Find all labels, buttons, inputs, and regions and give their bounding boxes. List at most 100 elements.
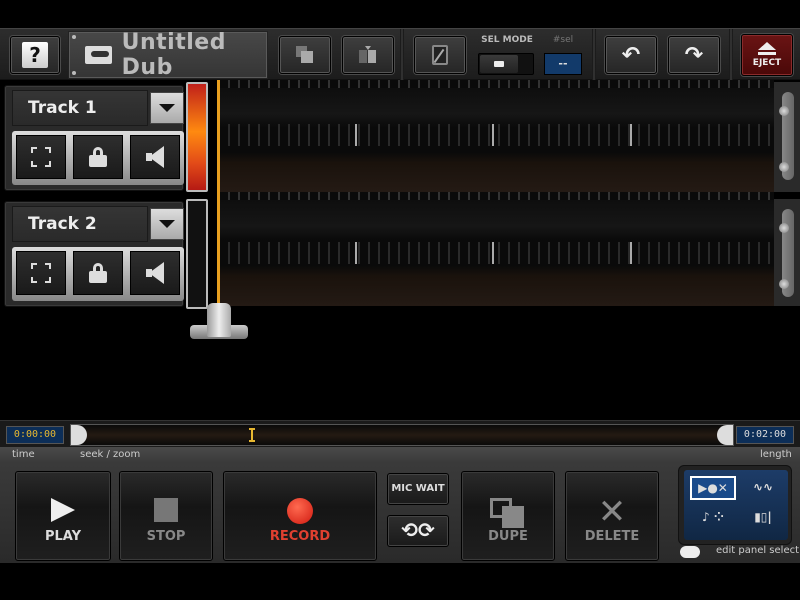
help-button[interactable]: ? xyxy=(10,36,60,74)
playhead[interactable] xyxy=(217,80,220,306)
stop-icon xyxy=(154,498,178,522)
screw-icon xyxy=(779,279,789,289)
screw-icon xyxy=(779,106,789,116)
track-header: Track 1 xyxy=(4,85,184,191)
time-label: time xyxy=(12,449,35,460)
redo-button[interactable]: ↷ xyxy=(668,36,720,74)
current-time-display: 0:00:00 xyxy=(6,426,64,444)
edit-panel-selector: ▶●✕ ∿∿ ♪ ⁘ ▮▯| xyxy=(678,465,792,545)
record-icon xyxy=(287,498,313,524)
track-level-meter xyxy=(186,82,208,192)
edit-panel-toggle[interactable] xyxy=(680,546,700,558)
edit-panel-screen: ▶●✕ ∿∿ ♪ ⁘ ▮▯| xyxy=(684,470,788,540)
project-title-plate[interactable]: Untitled Dub xyxy=(68,30,268,80)
cassette-icon xyxy=(85,46,112,64)
transport-panel: PLAY STOP RECORD MIC WAIT ⟲⟳ DUPE ✕ DELE… xyxy=(0,463,800,563)
seek-zoom-label: seek / zoom xyxy=(80,449,141,460)
paste-button[interactable] xyxy=(342,36,394,74)
top-toolbar: ? Untitled Dub SEL MODE #sel -- ↶ ↷ EJEC… xyxy=(0,28,800,81)
dupe-button[interactable]: DUPE xyxy=(461,471,555,561)
seek-zoom-slider[interactable] xyxy=(70,424,734,446)
eject-icon xyxy=(758,42,776,50)
chevron-down-icon xyxy=(159,220,175,228)
seek-right-handle[interactable] xyxy=(717,425,733,445)
num-sel-display: -- xyxy=(544,53,582,75)
length-display[interactable]: 0:02:00 xyxy=(736,426,794,444)
record-button[interactable]: RECORD xyxy=(223,471,377,561)
mixer-panel-option[interactable]: ▮▯| xyxy=(744,506,782,528)
playhead-handle[interactable] xyxy=(190,303,248,343)
delete-icon: ✕ xyxy=(597,492,627,532)
seek-labels: time seek / zoom length xyxy=(0,447,800,463)
metronome-panel-option[interactable]: ♪ ⁘ xyxy=(690,506,736,528)
fit-button[interactable] xyxy=(16,135,66,179)
redo-icon: ↷ xyxy=(684,42,704,68)
paste-icon xyxy=(359,46,377,64)
track-name[interactable]: Track 2 xyxy=(12,206,148,242)
delete-button[interactable]: ✕ DELETE xyxy=(565,471,659,561)
seek-position-marker[interactable] xyxy=(249,428,255,442)
lock-button[interactable] xyxy=(73,251,123,295)
track-menu-button[interactable] xyxy=(150,92,184,124)
split-icon xyxy=(432,45,448,65)
screw-icon xyxy=(72,35,76,39)
undo-button[interactable]: ↶ xyxy=(605,36,657,74)
eject-label: EJECT xyxy=(752,58,782,68)
duplicate-icon xyxy=(490,498,526,528)
lock-button[interactable] xyxy=(73,135,123,179)
track-button-group xyxy=(12,247,184,301)
lock-icon xyxy=(89,263,107,283)
lane-resize-handle[interactable] xyxy=(774,199,800,306)
copy-button[interactable] xyxy=(279,36,331,74)
lock-icon xyxy=(89,147,107,167)
sel-mode-toggle[interactable] xyxy=(478,53,534,75)
stop-label: STOP xyxy=(146,529,186,544)
timeline-ruler xyxy=(220,80,774,88)
copy-icon xyxy=(296,46,314,64)
track-lane[interactable] xyxy=(220,200,774,306)
lane-resize-handle[interactable] xyxy=(774,82,800,192)
speaker-icon xyxy=(146,262,164,284)
screw-icon xyxy=(72,71,76,75)
mic-wait-button[interactable]: MIC WAIT xyxy=(387,473,449,505)
play-button[interactable]: PLAY xyxy=(15,471,111,561)
speaker-icon xyxy=(146,146,164,168)
sel-mode-label: SEL MODE xyxy=(481,35,533,45)
track-lane[interactable] xyxy=(220,88,774,192)
fit-button[interactable] xyxy=(16,251,66,295)
mute-button[interactable] xyxy=(130,135,180,179)
mute-button[interactable] xyxy=(130,251,180,295)
seek-left-handle[interactable] xyxy=(71,425,87,445)
play-label: PLAY xyxy=(44,529,82,544)
track-level-meter xyxy=(186,199,208,309)
timeline-ruler xyxy=(220,192,774,200)
fit-icon xyxy=(31,263,51,283)
divider xyxy=(729,29,733,81)
waveform-panel-option[interactable]: ∿∿ xyxy=(744,476,782,500)
project-title: Untitled Dub xyxy=(121,30,226,80)
track-menu-button[interactable] xyxy=(150,208,184,240)
track-header: Track 2 xyxy=(4,201,184,307)
track-button-group xyxy=(12,131,184,185)
screw-icon xyxy=(779,223,789,233)
loop-icon: ⟲⟳ xyxy=(401,518,435,542)
track-name[interactable]: Track 1 xyxy=(12,90,148,126)
delete-label: DELETE xyxy=(584,529,640,544)
dupe-label: DUPE xyxy=(488,529,528,544)
split-button[interactable] xyxy=(414,36,466,74)
fit-icon xyxy=(31,147,51,167)
toggle-knob xyxy=(480,55,518,73)
stop-button[interactable]: STOP xyxy=(119,471,213,561)
microphone-icon xyxy=(207,303,231,337)
edit-panel-label: edit panel select xyxy=(716,545,800,556)
question-icon: ? xyxy=(22,42,48,68)
loop-button[interactable]: ⟲⟳ xyxy=(387,515,449,547)
divider xyxy=(400,29,404,81)
seek-bar-row: 0:00:00 0:02:00 xyxy=(0,420,800,447)
length-label: length xyxy=(760,449,792,460)
transport-panel-option[interactable]: ▶●✕ xyxy=(690,476,736,500)
play-icon xyxy=(51,498,75,522)
undo-icon: ↶ xyxy=(621,42,641,68)
eject-button[interactable]: EJECT xyxy=(741,34,793,76)
record-label: RECORD xyxy=(269,529,331,544)
